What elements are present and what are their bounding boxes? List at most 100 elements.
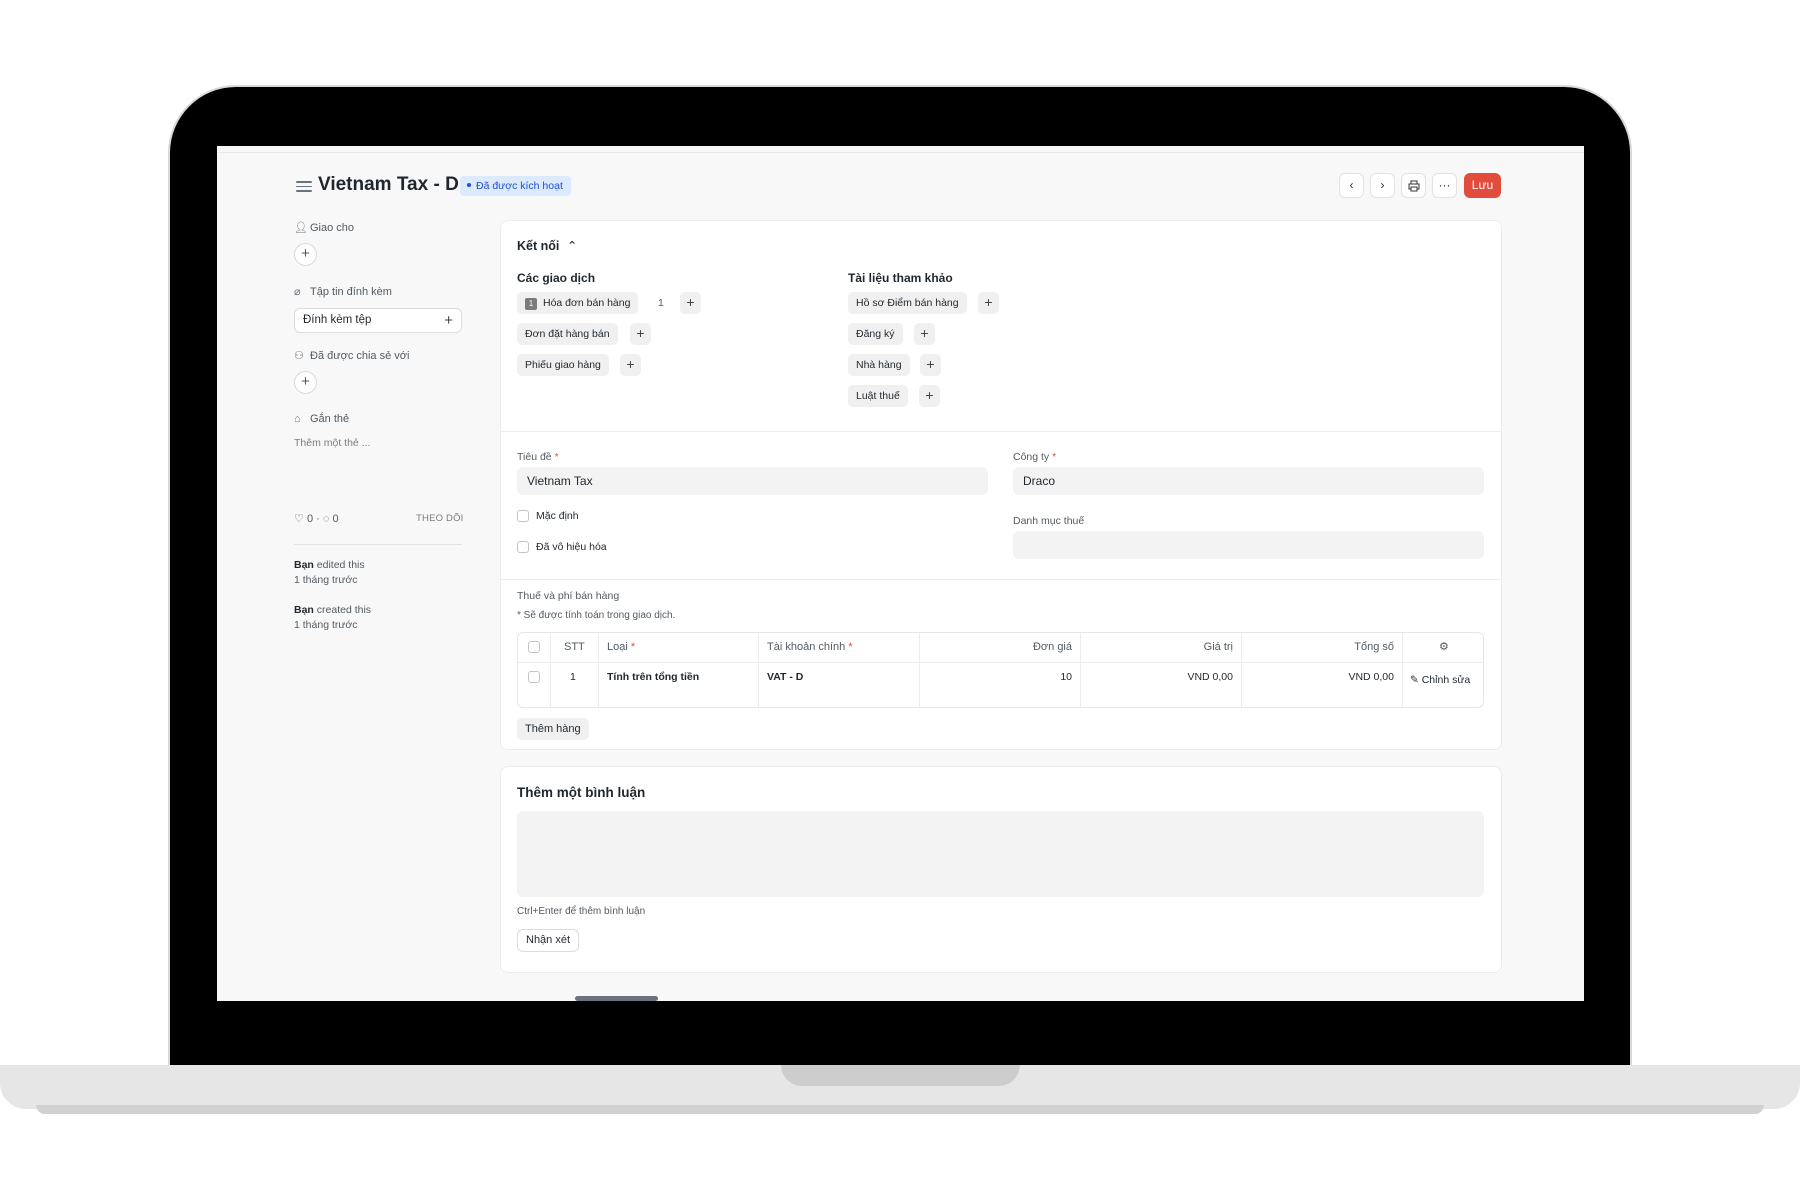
activity-item: Bạn edited this 1 tháng trước bbox=[294, 559, 365, 586]
link-sales-invoice[interactable]: 1 Hóa đơn bán hàng bbox=[517, 292, 639, 314]
paperclip-icon: ⌀ bbox=[294, 286, 301, 298]
add-restaurant-button[interactable]: + bbox=[920, 354, 941, 376]
sidebar-divider bbox=[294, 544, 462, 545]
submit-comment-button[interactable]: Nhận xét bbox=[517, 929, 580, 952]
add-pos-profile-button[interactable]: + bbox=[978, 292, 999, 314]
shared-with-label: ⚇ Đã được chia sẻ với bbox=[294, 350, 410, 362]
activity-item: Bạn created this 1 tháng trước bbox=[294, 604, 372, 631]
header-account: Tài khoản chính * bbox=[767, 641, 853, 653]
next-record-button[interactable]: › bbox=[1370, 173, 1395, 198]
attach-file-button[interactable]: Đính kèm tệp + bbox=[294, 308, 462, 333]
sales-invoice-count: 1 bbox=[658, 297, 664, 309]
references-title: Tài liệu tham khảo bbox=[848, 271, 953, 285]
page-title: Vietnam Tax - D bbox=[318, 174, 459, 195]
title-input[interactable]: Vietnam Tax bbox=[517, 467, 988, 495]
select-all-checkbox[interactable] bbox=[528, 641, 540, 653]
plus-icon: + bbox=[686, 294, 695, 310]
header-no: STT bbox=[564, 641, 585, 653]
add-share-button[interactable]: + bbox=[294, 371, 317, 394]
plus-icon: + bbox=[636, 325, 645, 341]
status-badge: Đã được kích hoạt bbox=[460, 176, 571, 196]
link-restaurant[interactable]: Nhà hàng bbox=[848, 354, 910, 376]
taxes-label: Thuế và phí bán hàng bbox=[517, 590, 620, 602]
row-checkbox[interactable] bbox=[528, 671, 540, 683]
add-row-button[interactable]: Thêm hàng bbox=[517, 718, 589, 740]
user-icon: 👤︎ bbox=[294, 222, 308, 234]
connections-section-toggle[interactable]: Kết nối ⌃ bbox=[517, 238, 577, 253]
row-type[interactable]: Tính trên tổng tiền bbox=[607, 671, 699, 683]
transactions-title: Các giao dịch bbox=[517, 271, 596, 285]
add-subscription-button[interactable]: + bbox=[914, 323, 935, 345]
tags-label: ⌂ Gắn thẻ bbox=[294, 413, 350, 425]
plus-icon: + bbox=[925, 387, 934, 403]
settings-gear-icon[interactable]: ⚙ bbox=[1439, 640, 1449, 653]
add-tax-rule-button[interactable]: + bbox=[919, 385, 940, 407]
top-divider bbox=[217, 152, 1584, 153]
link-sales-order[interactable]: Đơn đặt hàng bán bbox=[517, 323, 618, 345]
users-icon: ⚇ bbox=[294, 350, 304, 362]
table-header-divider bbox=[518, 662, 1483, 663]
heart-icon[interactable]: ♡ bbox=[294, 513, 304, 525]
comments-count: 0 bbox=[332, 513, 339, 525]
chevron-left-icon: ‹ bbox=[1349, 178, 1354, 192]
row-rate[interactable]: 10 bbox=[928, 671, 1072, 683]
plus-icon: + bbox=[626, 356, 635, 372]
plus-icon: + bbox=[984, 294, 993, 310]
ellipsis-icon: ··· bbox=[1438, 178, 1451, 192]
company-label: Công ty * bbox=[1013, 451, 1057, 463]
title-label: Tiêu đề * bbox=[517, 451, 559, 463]
plus-icon: + bbox=[301, 373, 310, 390]
tax-category-input[interactable] bbox=[1013, 531, 1484, 559]
row-no: 1 bbox=[570, 671, 576, 683]
add-delivery-note-button[interactable]: + bbox=[620, 354, 641, 376]
hamburger-menu-icon[interactable] bbox=[296, 178, 312, 192]
pencil-icon: ✎ bbox=[1410, 674, 1422, 686]
comment-input[interactable] bbox=[517, 811, 1484, 897]
follow-button[interactable]: THEO DÕI bbox=[416, 513, 464, 524]
link-tax-rule[interactable]: Luật thuế bbox=[848, 385, 908, 407]
more-actions-button[interactable]: ··· bbox=[1432, 173, 1457, 198]
company-input[interactable]: Draco bbox=[1013, 467, 1484, 495]
link-subscription[interactable]: Đăng ký bbox=[848, 323, 903, 345]
default-label: Mặc định bbox=[536, 510, 579, 522]
tax-category-label: Danh mục thuế bbox=[1013, 515, 1085, 527]
link-pos-profile[interactable]: Hồ sơ Điểm bán hàng bbox=[848, 292, 967, 314]
taxes-note: * Sẽ được tính toán trong giao dịch. bbox=[517, 610, 676, 621]
comment-card: Thêm một bình luận Ctrl+Enter để thêm bì… bbox=[500, 766, 1502, 973]
printer-icon bbox=[1408, 180, 1419, 192]
laptop-notch bbox=[781, 1065, 1020, 1086]
row-total[interactable]: VND 0,00 bbox=[1250, 671, 1394, 683]
save-button[interactable]: Lưu bbox=[1464, 173, 1501, 198]
chevron-up-icon: ⌃ bbox=[566, 239, 578, 253]
add-tag-input[interactable]: Thêm một thẻ ... bbox=[294, 437, 370, 449]
previous-record-button[interactable]: ‹ bbox=[1339, 173, 1364, 198]
row-edit-button[interactable]: ✎ Chỉnh sửa bbox=[1410, 673, 1480, 688]
app-screen: Vietnam Tax - D Đã được kích hoạt ‹ › ··… bbox=[217, 146, 1584, 1001]
header-total: Tổng số bbox=[1354, 641, 1394, 653]
likes-count: 0 bbox=[306, 513, 314, 525]
add-assignee-button[interactable]: + bbox=[294, 243, 317, 266]
default-checkbox[interactable] bbox=[517, 510, 529, 522]
horizontal-scrollbar[interactable] bbox=[575, 996, 658, 1001]
laptop-frame: Vietnam Tax - D Đã được kích hoạt ‹ › ··… bbox=[0, 0, 1800, 1200]
chevron-right-icon: › bbox=[1380, 178, 1385, 192]
comment-title: Thêm một bình luận bbox=[517, 785, 646, 800]
plus-icon: + bbox=[920, 325, 929, 341]
taxes-table: STT Loại * Tài khoản chính * Đơn giá Giá… bbox=[517, 632, 1484, 708]
main-form-card: Kết nối ⌃ Các giao dịch Tài liệu tham kh… bbox=[500, 220, 1502, 750]
laptop-base-shadow bbox=[36, 1105, 1764, 1114]
section-divider bbox=[501, 579, 1501, 580]
print-button[interactable] bbox=[1401, 173, 1426, 198]
header-amount: Giá trị bbox=[1203, 641, 1233, 653]
add-sales-order-button[interactable]: + bbox=[630, 323, 651, 345]
add-sales-invoice-button[interactable]: + bbox=[680, 292, 701, 314]
comment-icon[interactable]: ◌ bbox=[323, 513, 330, 525]
header-rate: Đơn giá bbox=[1032, 641, 1072, 653]
plus-icon: + bbox=[301, 245, 310, 262]
plus-icon: + bbox=[444, 312, 453, 329]
row-account[interactable]: VAT - D bbox=[767, 671, 803, 683]
tag-icon: ⌂ bbox=[294, 413, 301, 425]
link-delivery-note[interactable]: Phiếu giao hàng bbox=[517, 354, 609, 376]
row-amount[interactable]: VND 0,00 bbox=[1089, 671, 1233, 683]
disabled-checkbox[interactable] bbox=[517, 541, 529, 553]
